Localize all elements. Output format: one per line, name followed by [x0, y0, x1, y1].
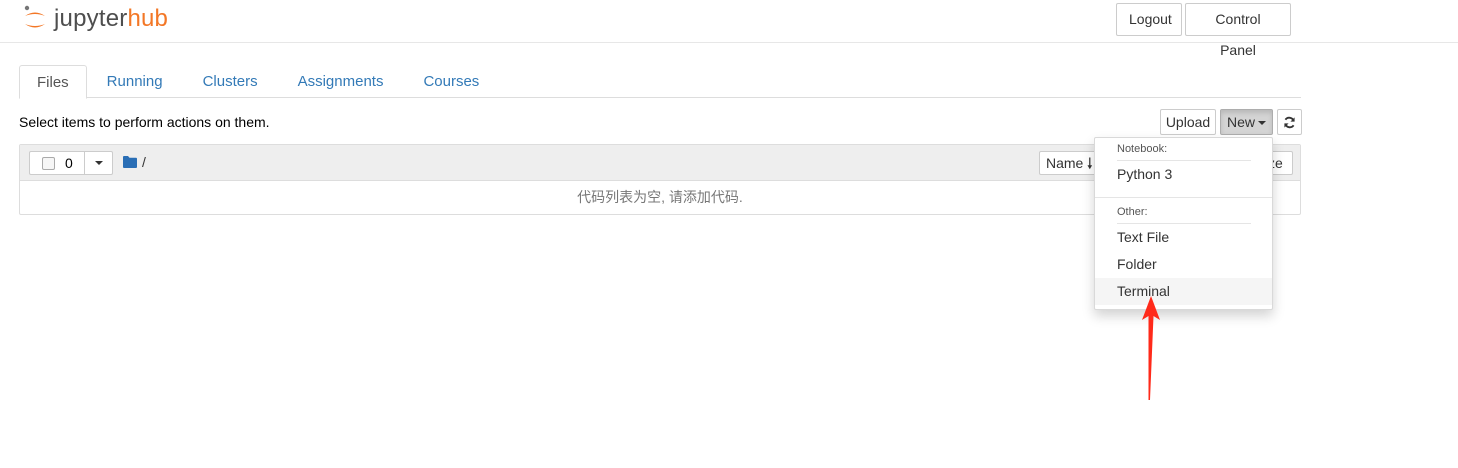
divider [1095, 197, 1272, 198]
select-all-checkbox-button[interactable]: 0 [29, 151, 85, 175]
new-dropdown-menu: Notebook: Python 3 Other: Text File Fold… [1094, 137, 1273, 310]
tab-bar: Files Running Clusters Assignments Cours… [19, 65, 1301, 99]
logout-button[interactable]: Logout [1116, 3, 1182, 36]
new-button-label: New [1226, 114, 1255, 130]
sort-by-name-button[interactable]: Name 🠓 [1039, 151, 1101, 175]
breadcrumb-path[interactable]: / [142, 154, 146, 170]
upload-button[interactable]: Upload [1160, 109, 1216, 135]
folder-icon [123, 156, 137, 168]
top-header: jupyterhub Logout Control Panel [0, 0, 1458, 58]
menu-item-terminal[interactable]: Terminal [1095, 278, 1272, 305]
tab-files[interactable]: Files [19, 65, 87, 99]
jupyter-logo-icon [24, 5, 45, 28]
logo-text-accent: hub [127, 5, 169, 32]
caret-down-icon [1258, 121, 1266, 126]
select-all-group: 0 [29, 151, 113, 175]
control-panel-button[interactable]: Control Panel [1185, 3, 1291, 58]
tab-assignments[interactable]: Assignments [278, 65, 404, 98]
other-section-header: Other: [1117, 206, 1148, 218]
menu-item-folder[interactable]: Folder [1095, 251, 1272, 278]
tab-courses[interactable]: Courses [403, 65, 499, 98]
selected-count: 0 [65, 155, 73, 171]
red-annotation-arrow [1142, 296, 1160, 400]
menu-item-python3[interactable]: Python 3 [1095, 161, 1272, 188]
tab-running[interactable]: Running [87, 65, 183, 98]
logo-text-main: jupyter [54, 5, 128, 32]
sort-name-label: Name [1046, 155, 1084, 171]
select-hint-text: Select items to perform actions on them. [19, 114, 270, 130]
jupyterhub-logo[interactable]: jupyterhub [22, 4, 168, 34]
menu-item-text-file[interactable]: Text File [1095, 224, 1272, 251]
caret-down-icon [94, 161, 103, 165]
sort-arrow-down-icon: 🠓 [1087, 155, 1093, 171]
notebook-section-header: Notebook: [1117, 143, 1168, 155]
checkbox-icon[interactable] [42, 156, 55, 170]
select-options-dropdown[interactable] [85, 151, 113, 175]
tab-clusters[interactable]: Clusters [183, 65, 278, 98]
new-dropdown-button[interactable]: New [1220, 109, 1273, 135]
logo-text: jupyterhub [54, 4, 168, 34]
refresh-icon [1284, 116, 1295, 129]
refresh-button[interactable] [1277, 109, 1302, 135]
